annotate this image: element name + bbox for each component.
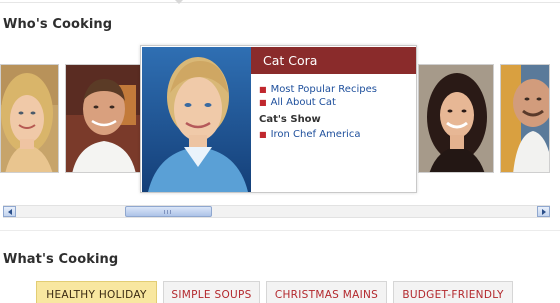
scroll-left-arrow-icon[interactable] <box>3 206 16 217</box>
bullet-icon: ■ <box>259 85 267 94</box>
scroll-grip-icon <box>164 210 173 214</box>
chef-photo-2[interactable] <box>65 64 141 173</box>
whats-cooking-heading: What's Cooking <box>3 252 119 267</box>
chef-photo-4[interactable] <box>500 64 550 173</box>
featured-chef-card: Cat Cora ■ Most Popular Recipes ■ All Abou… <box>140 45 417 193</box>
chef-show-heading: Cat's Show <box>259 114 321 125</box>
featured-chef-name[interactable]: Cat Cora <box>263 53 317 68</box>
featured-chef-header: Cat Cora <box>251 47 416 74</box>
chef-photo-3[interactable] <box>418 64 494 173</box>
scroll-right-arrow-icon[interactable] <box>537 206 550 217</box>
bullet-icon: ■ <box>259 130 267 139</box>
carousel-scrollbar[interactable] <box>3 205 550 218</box>
top-notch-marker <box>175 0 183 4</box>
featured-chef-photo[interactable] <box>142 47 251 192</box>
chef-photo-1[interactable] <box>0 64 59 173</box>
all-about-cat-link[interactable]: ■ All About Cat <box>259 96 409 109</box>
section-divider <box>0 230 560 231</box>
featured-chef-links: ■ Most Popular Recipes ■ All About Cat Cat… <box>259 83 409 141</box>
whos-cooking-heading: Who's Cooking <box>3 17 113 32</box>
most-popular-recipes-link[interactable]: ■ Most Popular Recipes <box>259 83 409 96</box>
bullet-icon: ■ <box>259 98 267 107</box>
scrollbar-thumb[interactable] <box>125 206 212 217</box>
iron-chef-america-link[interactable]: ■ Iron Chef America <box>259 128 409 141</box>
top-divider <box>0 2 560 3</box>
